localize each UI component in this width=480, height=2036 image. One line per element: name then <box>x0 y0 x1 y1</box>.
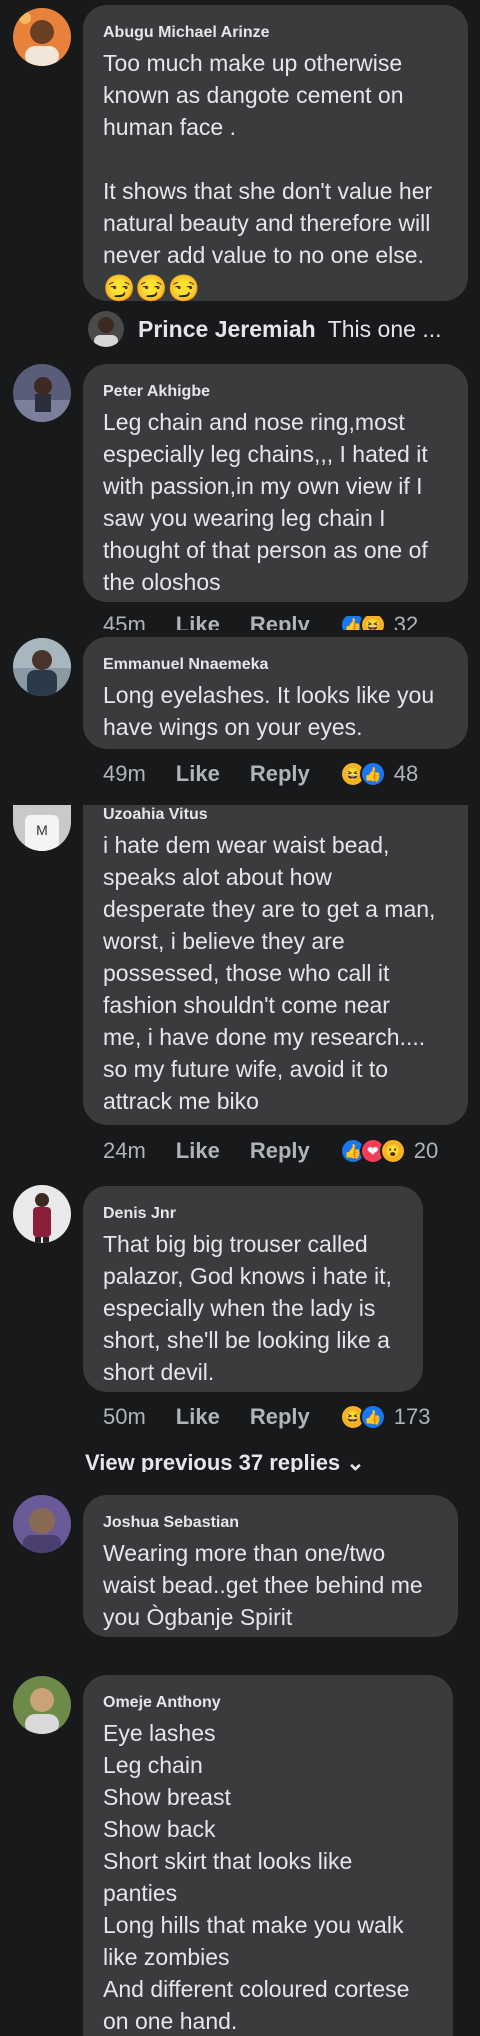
comment-bubble: Uzoahia Vitus i hate dem wear waist bead… <box>83 805 468 1125</box>
comment-text: That big big trouser called palazor, God… <box>103 1231 392 1385</box>
comment-text: Long eyelashes. It looks like you have w… <box>103 682 435 740</box>
commenter-name[interactable]: Joshua Sebastian <box>103 1513 438 1533</box>
reply-author[interactable]: Prince Jeremiah <box>138 316 316 343</box>
comment-bubble: Denis Jnr That big big trouser called pa… <box>83 1186 423 1392</box>
view-previous-label: View previous 37 replies <box>85 1450 341 1472</box>
reactions[interactable]: 👍 ❤ 😮 <box>339 1138 406 1164</box>
reaction-count: 20 <box>413 1138 439 1163</box>
comment-text: Wearing more than one/two waist bead..ge… <box>103 1540 423 1630</box>
comment-bubble: Peter Akhigbe Leg chain and nose ring,mo… <box>83 364 468 602</box>
comment-bubble: Emmanuel Nnaemeka Long eyelashes. It loo… <box>83 637 468 749</box>
comment-actions: 24m Like Reply 👍 ❤ 😮 20 <box>103 1136 438 1166</box>
reply-preview[interactable]: Prince Jeremiah This one ... <box>88 309 442 349</box>
reply-button[interactable]: Reply <box>250 616 310 630</box>
comment-bubble: Joshua Sebastian Wearing more than one/t… <box>83 1495 458 1637</box>
comment-time: 45m <box>103 616 146 630</box>
avatar[interactable] <box>13 1185 71 1243</box>
commenter-name[interactable]: Uzoahia Vitus <box>103 805 448 825</box>
like-reaction-icon: 👍 <box>359 761 386 787</box>
like-button[interactable]: Like <box>176 616 220 630</box>
reaction-count: 48 <box>393 761 419 786</box>
comment-actions: 45m Like Reply 👍 😆 32 <box>103 616 423 630</box>
like-button[interactable]: Like <box>176 1404 220 1430</box>
comment-actions: 49m Like Reply 😆 👍 48 <box>103 759 418 789</box>
commenter-name[interactable]: Omeje Anthony <box>103 1693 433 1713</box>
comment-text: Too much make up otherwise known as dang… <box>103 50 433 268</box>
chevron-down-icon: ⌄ <box>346 1450 365 1472</box>
comment-text: Leg chain and nose ring,most especially … <box>103 409 428 595</box>
svg-text:M: M <box>36 822 48 838</box>
comment-bubble: Omeje Anthony Eye lashes Leg chain Show … <box>83 1675 453 2036</box>
like-button[interactable]: Like <box>176 1138 220 1164</box>
comment-time: 49m <box>103 761 146 786</box>
comment-time: 50m <box>103 1404 146 1429</box>
avatar[interactable]: M <box>13 805 71 851</box>
like-reaction-icon: 👍 <box>359 1404 386 1430</box>
reactions[interactable]: 😆 👍 <box>339 1404 386 1430</box>
reaction-count: 173 <box>393 1404 431 1429</box>
reply-button[interactable]: Reply <box>250 1404 310 1430</box>
reply-button[interactable]: Reply <box>250 761 310 787</box>
wow-reaction-icon: 😮 <box>379 1138 406 1164</box>
reactions[interactable]: 😆 👍 <box>339 761 386 787</box>
comment-bubble: Abugu Michael Arinze Too much make up ot… <box>83 5 468 303</box>
avatar[interactable] <box>13 8 71 66</box>
comment-text: Eye lashes Leg chain Show breast Show ba… <box>103 1720 410 2034</box>
avatar[interactable] <box>13 1495 71 1553</box>
reaction-count: 32 <box>393 616 419 630</box>
avatar[interactable] <box>13 638 71 696</box>
avatar <box>88 311 124 347</box>
haha-reaction-icon: 😆 <box>359 616 386 630</box>
commenter-name[interactable]: Abugu Michael Arinze <box>103 23 448 43</box>
comment-time: 24m <box>103 1138 146 1163</box>
commenter-name[interactable]: Emmanuel Nnaemeka <box>103 655 448 675</box>
reply-button[interactable]: Reply <box>250 1138 310 1164</box>
avatar[interactable] <box>13 1676 71 1734</box>
reply-snippet: This one ... <box>327 315 442 342</box>
comment-text: i hate dem wear waist bead, speaks alot … <box>103 832 436 1114</box>
reactions[interactable]: 👍 😆 <box>339 616 386 630</box>
comment-emojis: 😏😏😏 <box>103 273 201 303</box>
avatar[interactable] <box>13 364 71 422</box>
comment-actions: 50m Like Reply 😆 👍 173 <box>103 1402 430 1432</box>
commenter-name[interactable]: Peter Akhigbe <box>103 382 448 402</box>
commenter-name[interactable]: Denis Jnr <box>103 1204 403 1224</box>
like-button[interactable]: Like <box>176 761 220 787</box>
view-previous-replies-link[interactable]: View previous 37 replies ⌄ <box>85 1450 365 1472</box>
